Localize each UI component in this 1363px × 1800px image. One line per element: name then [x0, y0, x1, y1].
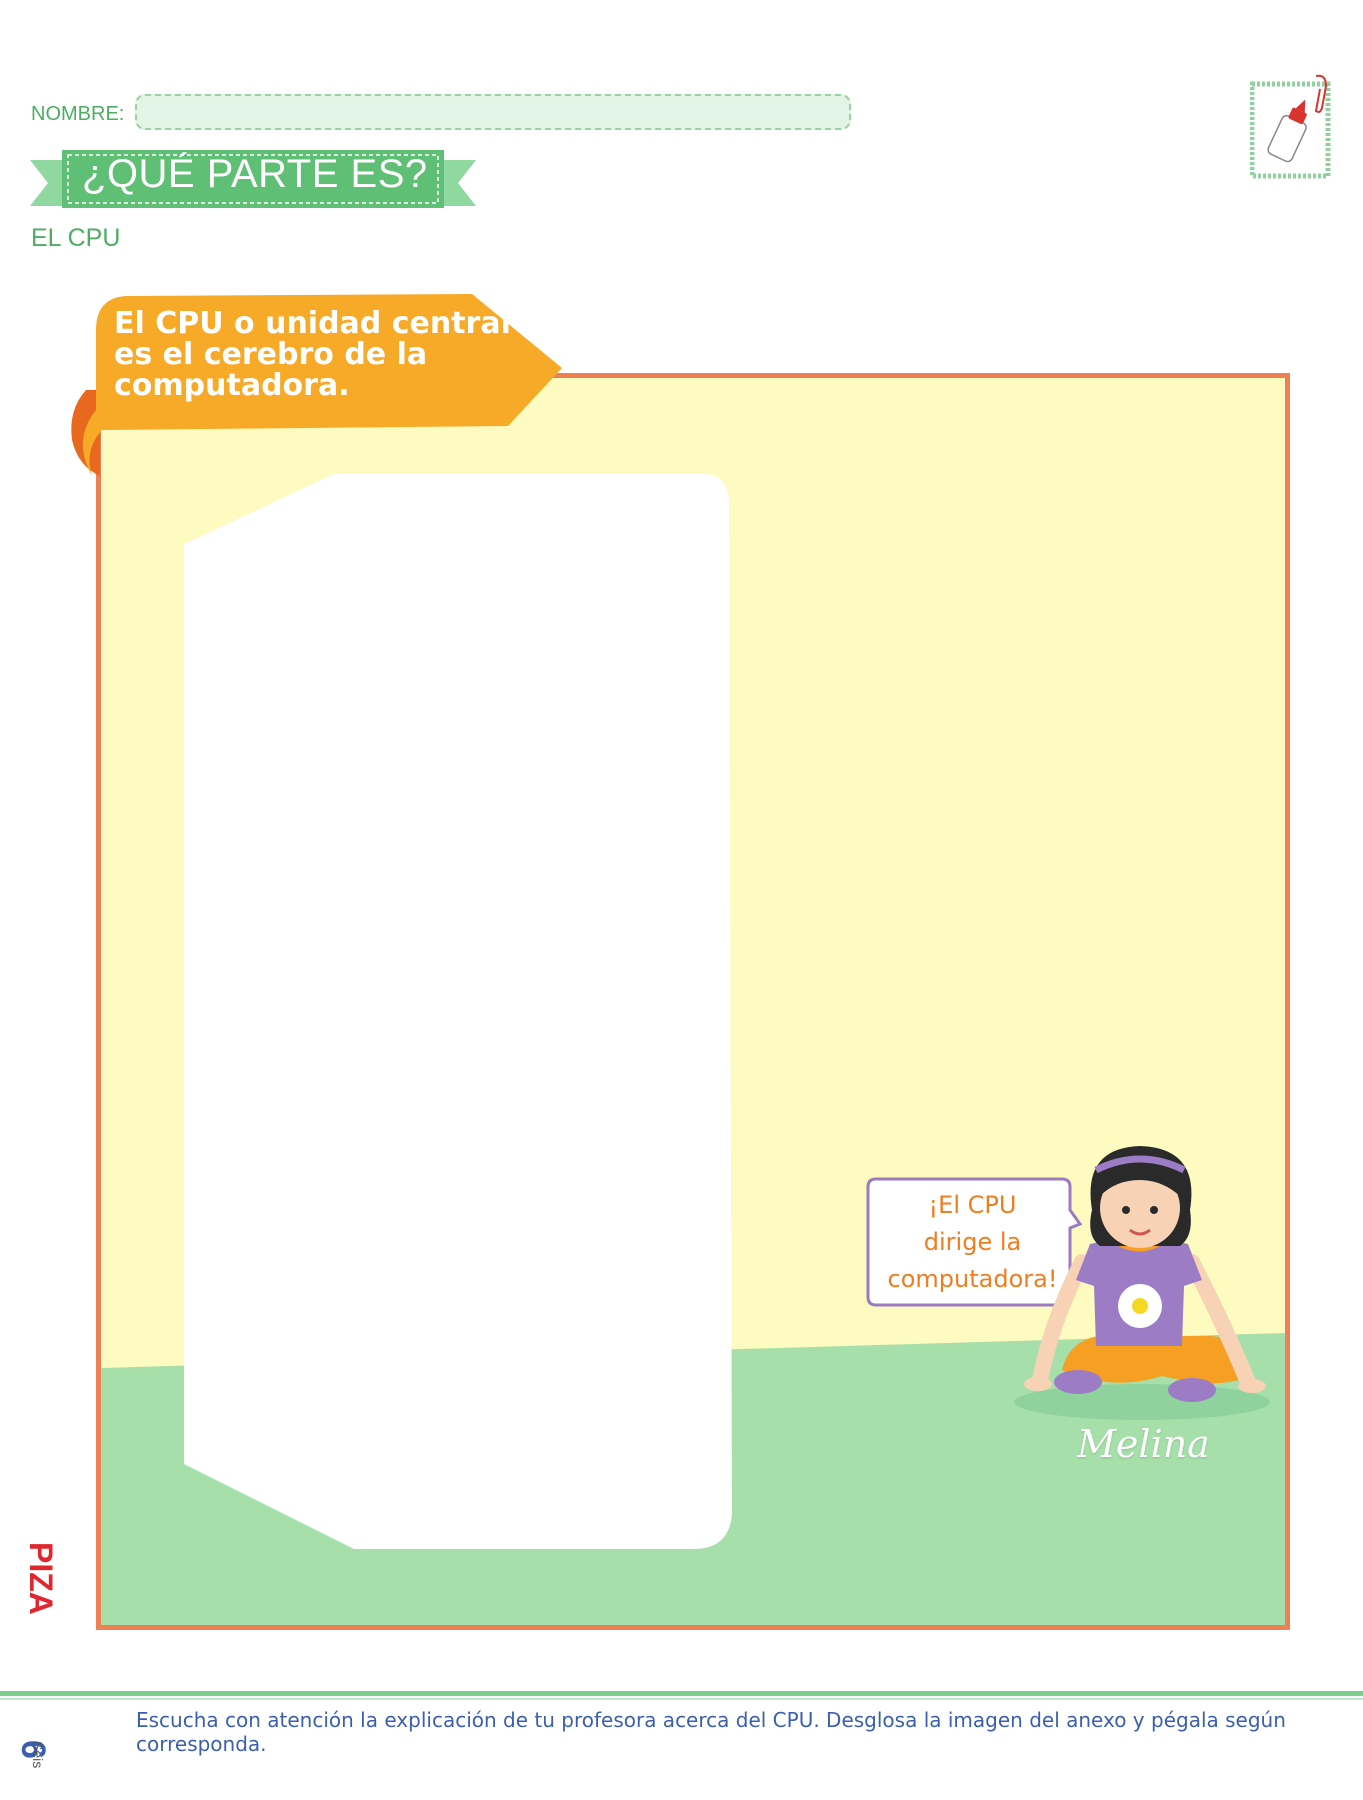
character-name: Melina	[1077, 1422, 1210, 1466]
info-banner-text: El CPU o unidad central es el cerebro de…	[114, 308, 534, 401]
footer-divider	[0, 1691, 1363, 1696]
piza-logo: PIZA	[26, 1542, 59, 1615]
page-title: ¿QUÉ PARTE ES?	[82, 152, 428, 196]
cpu-paste-area[interactable]	[184, 474, 824, 1554]
logo-text: PIZA	[26, 1542, 59, 1615]
footer-divider-thin	[0, 1698, 1363, 1700]
banner-line: El CPU o unidad central	[114, 306, 511, 341]
banner-line: es el cerebro de la	[114, 337, 428, 372]
glue-bottle-icon	[1250, 74, 1331, 179]
section-subtitle: EL CPU	[31, 224, 121, 252]
page-number-word: Seis	[30, 1741, 46, 1769]
banner-line: computadora.	[114, 368, 350, 403]
instructions-text: Escucha con atención la explicación de t…	[136, 1708, 1286, 1756]
name-field[interactable]	[135, 94, 851, 130]
girl-character	[1014, 1146, 1270, 1420]
name-label: NOMBRE:	[31, 103, 125, 125]
